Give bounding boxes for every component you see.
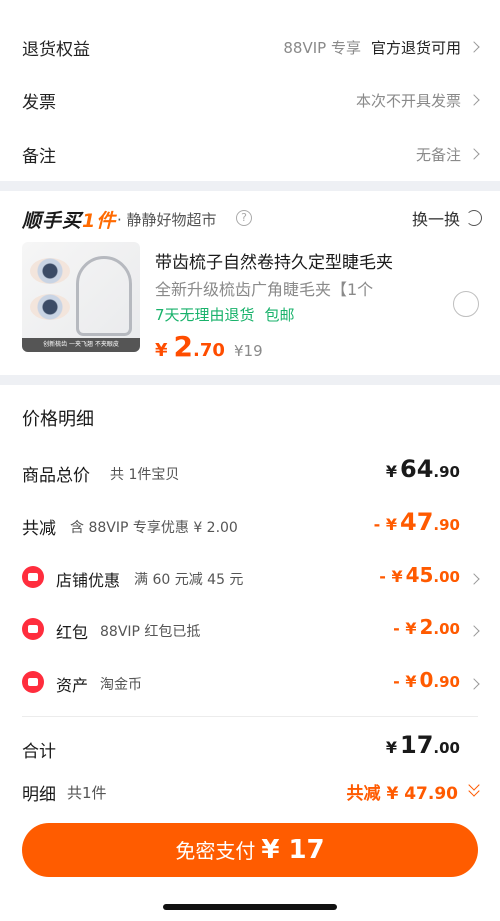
- home-indicator: [163, 904, 337, 910]
- coin-tag-icon: [22, 671, 44, 693]
- currency: ¥: [385, 462, 398, 481]
- amount-dec: .90: [433, 516, 460, 534]
- currency: - ¥: [393, 672, 417, 691]
- invoice-label: 发票: [22, 92, 56, 113]
- product-description: 全新升级梳齿广角睫毛夹【1个: [155, 280, 374, 299]
- detail-label: 明细: [22, 785, 56, 805]
- image-caption: 创新梳齿 一夹飞翘 不夹眼皮: [22, 338, 140, 352]
- return-rights-label: 退货权益: [22, 39, 90, 60]
- return-policy-tag: 7天无理由退货: [155, 306, 255, 324]
- vip-badge-text: 88VIP 专享: [283, 38, 361, 57]
- red-packet-note: 88VIP 红包已抵: [100, 624, 201, 640]
- swap-label: 换一换: [411, 210, 460, 229]
- refresh-icon: [466, 210, 482, 226]
- pay-amount: ¥ 17: [261, 835, 325, 865]
- remark-value: 无备注: [415, 145, 461, 164]
- remark-value-group: 无备注: [415, 144, 480, 165]
- amount-dec: .90: [433, 673, 460, 691]
- amount-dec: .90: [433, 463, 460, 481]
- pay-button[interactable]: 免密支付 ¥ 17: [22, 823, 478, 877]
- chevron-right-icon: [468, 625, 480, 637]
- free-shipping-tag: 包邮: [264, 306, 295, 324]
- chevron-right-icon: [468, 41, 480, 53]
- eye-illustration: [30, 294, 70, 320]
- currency: ¥: [385, 738, 398, 757]
- amount-int: 17: [400, 731, 434, 759]
- amount-dec: .00: [433, 739, 460, 757]
- store-discount-amount: - ¥45.00: [379, 563, 460, 587]
- section-title: 价格明细: [22, 409, 94, 430]
- remark-row[interactable]: 备注 无备注: [0, 127, 500, 181]
- pay-label: 免密支付: [175, 839, 256, 863]
- amount-int: 2: [419, 615, 434, 639]
- addon-brand-logo: 顺手买1件: [22, 206, 116, 233]
- remark-label: 备注: [22, 146, 56, 167]
- red-packet-label: 红包: [56, 623, 89, 642]
- red-packet-icon: [22, 618, 44, 640]
- chevron-right-icon: [468, 678, 480, 690]
- amount-dec: .00: [433, 620, 460, 638]
- return-rights-value-group: 88VIP 专享 官方退货可用: [283, 37, 480, 58]
- return-rights-row[interactable]: 退货权益 88VIP 专享 官方退货可用: [0, 20, 500, 74]
- detail-value: 共减 ¥ 47.90: [346, 784, 458, 804]
- amount-int: 47: [400, 508, 434, 536]
- reduce-note: 含 88VIP 专享优惠 ¥ 2.00: [70, 520, 238, 536]
- invoice-value-group: 本次不开具发票: [355, 90, 480, 111]
- currency: - ¥: [373, 515, 398, 534]
- store-coupon-icon: [22, 566, 44, 588]
- assets-row[interactable]: 资产 淘金币 - ¥0.90: [0, 666, 500, 706]
- eyelash-curler-illustration: [76, 256, 132, 336]
- chevron-right-icon: [468, 148, 480, 160]
- reduce-label: 共减: [22, 519, 56, 539]
- divider: [22, 716, 478, 717]
- invoice-value: 本次不开具发票: [355, 91, 461, 110]
- store-discount-note: 满 60 元减 45 元: [134, 572, 244, 588]
- select-radio-button[interactable]: [453, 291, 479, 317]
- detail-row[interactable]: 明细 共1件 共减 ¥ 47.90: [0, 774, 500, 814]
- swap-button[interactable]: 换一换: [412, 206, 482, 230]
- currency: - ¥: [379, 567, 403, 586]
- assets-amount: - ¥0.90: [393, 668, 460, 692]
- assets-label: 资产: [56, 676, 89, 695]
- red-packet-amount: - ¥2.00: [393, 615, 460, 639]
- double-chevron-down-icon: [468, 779, 480, 797]
- product-image[interactable]: 创新梳齿 一夹飞翘 不夹眼皮: [22, 242, 140, 352]
- sum-label: 合计: [22, 742, 56, 762]
- order-info-card: 退货权益 88VIP 专享 官方退货可用 发票 本次不开具发票 备注 无备注: [0, 0, 500, 181]
- store-discount-row[interactable]: 店铺优惠 满 60 元减 45 元 - ¥45.00: [0, 561, 500, 601]
- total-amount: ¥64.90: [386, 455, 460, 483]
- product-price: ¥2.70: [155, 330, 225, 363]
- store-discount-label: 店铺优惠: [56, 571, 121, 590]
- price-currency: ¥: [155, 340, 168, 361]
- detail-note: 共1件: [67, 784, 107, 802]
- red-packet-row[interactable]: 红包 88VIP 红包已抵 - ¥2.00: [0, 613, 500, 653]
- total-row: 商品总价 共 1件宝贝 ¥64.90: [0, 455, 500, 495]
- sum-amount: ¥17.00: [386, 731, 460, 759]
- amount-int: 64: [400, 455, 434, 483]
- currency: - ¥: [393, 619, 417, 638]
- return-rights-value: 官方退货可用: [370, 38, 461, 57]
- eye-illustration: [30, 258, 70, 284]
- product-tags: 7天无理由退货 包邮: [155, 304, 295, 325]
- total-note: 共 1件宝贝: [110, 467, 180, 483]
- invoice-row[interactable]: 发票 本次不开具发票: [0, 73, 500, 127]
- store-name: · 静静好物超市: [117, 211, 217, 229]
- total-label: 商品总价: [22, 466, 90, 486]
- product-title[interactable]: 带齿梳子自然卷持久定型睫毛夹: [155, 248, 393, 273]
- reduce-row: 共减 含 88VIP 专享优惠 ¥ 2.00 - ¥47.90: [0, 508, 500, 548]
- original-price: ¥19: [234, 342, 263, 360]
- price-integer: 2: [173, 330, 194, 363]
- assets-note: 淘金币: [100, 677, 142, 693]
- amount-dec: .00: [433, 568, 460, 586]
- help-icon[interactable]: ?: [236, 210, 252, 226]
- addon-brand-accent: 1件: [82, 210, 117, 232]
- price-decimal: .70: [193, 340, 225, 361]
- reduce-amount: - ¥47.90: [374, 508, 460, 536]
- amount-int: 0: [419, 668, 434, 692]
- addon-brand-main: 顺手买: [22, 210, 83, 232]
- sum-row: 合计 ¥17.00: [0, 731, 500, 771]
- amount-int: 45: [405, 563, 434, 587]
- chevron-right-icon: [468, 573, 480, 585]
- chevron-right-icon: [468, 94, 480, 106]
